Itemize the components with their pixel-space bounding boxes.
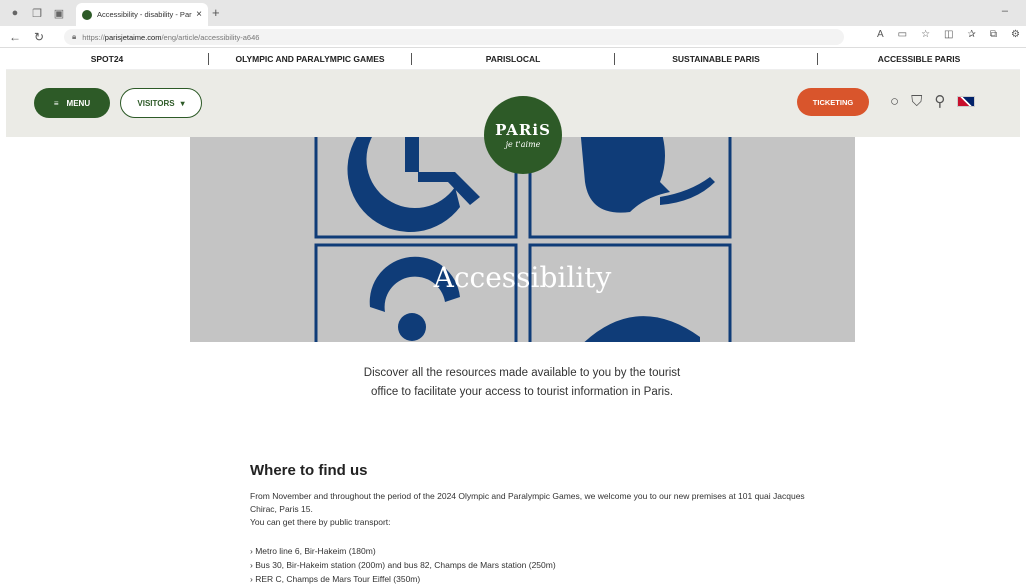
close-tab-icon[interactable]: × xyxy=(196,9,202,20)
list-item: Metro line 6, Bir-Hakeim (180m) xyxy=(250,544,556,558)
intro-text: Discover all the resources made availabl… xyxy=(363,367,681,398)
transport-list: Metro line 6, Bir-Hakeim (180m) Bus 30, … xyxy=(250,544,556,586)
collections-toolbar-icon[interactable]: ⧉ xyxy=(990,29,997,40)
reader-view-icon[interactable]: ▭ xyxy=(898,29,907,40)
list-item: RER C, Champs de Mars Tour Eiffel (350m) xyxy=(250,572,556,586)
url-host: parisjetaime.com xyxy=(104,32,162,42)
browser-tab-active[interactable]: Accessibility - disability - Paris - × xyxy=(76,3,208,26)
new-tab-icon[interactable]: + xyxy=(212,5,220,20)
address-bar-row: ← ↻ 🔒︎ https://parisjetaime.com/eng/arti… xyxy=(0,26,1026,48)
browser-tab-bar: ● ❐ ▣ Accessibility - disability - Paris… xyxy=(0,0,1026,26)
visitors-dropdown[interactable]: VISITORS ▾ xyxy=(120,88,202,118)
topnav-item-sustainable[interactable]: SUSTAINABLE PARIS xyxy=(615,54,817,64)
cart-icon[interactable]: ⛉ xyxy=(911,93,922,110)
read-aloud-icon[interactable]: A xyxy=(877,29,884,40)
topnav-item-olympic[interactable]: OLYMPIC AND PARALYMPIC GAMES xyxy=(209,54,411,64)
list-item: Bus 30, Bir-Hakeim station (200m) and bu… xyxy=(250,558,555,572)
url-field[interactable]: 🔒︎ https://parisjetaime.com/eng/article/… xyxy=(64,29,844,45)
favorite-star-icon[interactable]: ☆ xyxy=(921,29,930,40)
favicon-icon xyxy=(82,9,92,20)
logo-line1: PARiS xyxy=(495,121,551,139)
extensions-icon[interactable]: ⚙ xyxy=(1011,29,1020,40)
reload-icon[interactable]: ↻ xyxy=(30,30,48,44)
tab-title: Accessibility - disability - Paris - xyxy=(97,10,193,19)
menu-label: MENU xyxy=(66,98,91,108)
back-icon[interactable]: ← xyxy=(6,30,24,44)
header-icons: ○ ⛉ ⚲ xyxy=(890,92,976,110)
hamburger-icon: ≡ xyxy=(53,98,59,108)
top-nav: SPOT24 OLYMPIC AND PARALYMPIC GAMES PARI… xyxy=(6,48,1020,70)
topnav-item-parislocal[interactable]: PARISLOCAL xyxy=(412,54,614,64)
section-heading: Where to find us xyxy=(250,462,368,479)
tab-actions-icon[interactable]: ▣ xyxy=(52,6,66,20)
caret-down-icon: ▾ xyxy=(180,98,185,108)
collections-icon[interactable]: ❐ xyxy=(30,6,44,20)
browser-toolbar-icons: A ▭ ☆ ◫ ✰ ⧉ ⚙ xyxy=(877,29,1020,40)
user-icon[interactable]: ⚲ xyxy=(934,92,945,110)
location-text: From November and throughout the period … xyxy=(250,491,805,514)
transport-intro: You can get there by public transport: xyxy=(250,517,391,527)
site-logo[interactable]: PARiS je t'aime xyxy=(484,96,562,174)
url-scheme: https:// xyxy=(82,32,105,42)
topnav-item-accessible[interactable]: ACCESSIBLE PARIS xyxy=(818,54,1020,64)
hero-title: Accessibility xyxy=(433,261,612,294)
ticketing-button[interactable]: TICKETING xyxy=(797,88,869,116)
language-flag-icon[interactable] xyxy=(957,95,976,107)
search-icon[interactable]: ○ xyxy=(890,93,899,110)
lock-icon: 🔒︎ xyxy=(72,32,77,41)
url-path: /eng/article/accessibility-a646 xyxy=(161,32,260,42)
split-screen-icon[interactable]: ◫ xyxy=(944,29,953,40)
profile-icon[interactable]: ● xyxy=(8,6,22,20)
logo-line2: je t'aime xyxy=(505,140,541,149)
minimize-icon[interactable]: – xyxy=(1002,5,1008,17)
favorites-icon[interactable]: ✰ xyxy=(968,29,976,40)
menu-button[interactable]: ≡ MENU xyxy=(34,88,110,118)
location-paragraph: From November and throughout the period … xyxy=(250,490,810,529)
topnav-item-spot24[interactable]: SPOT24 xyxy=(6,54,208,64)
visitors-label: VISITORS xyxy=(137,98,175,108)
